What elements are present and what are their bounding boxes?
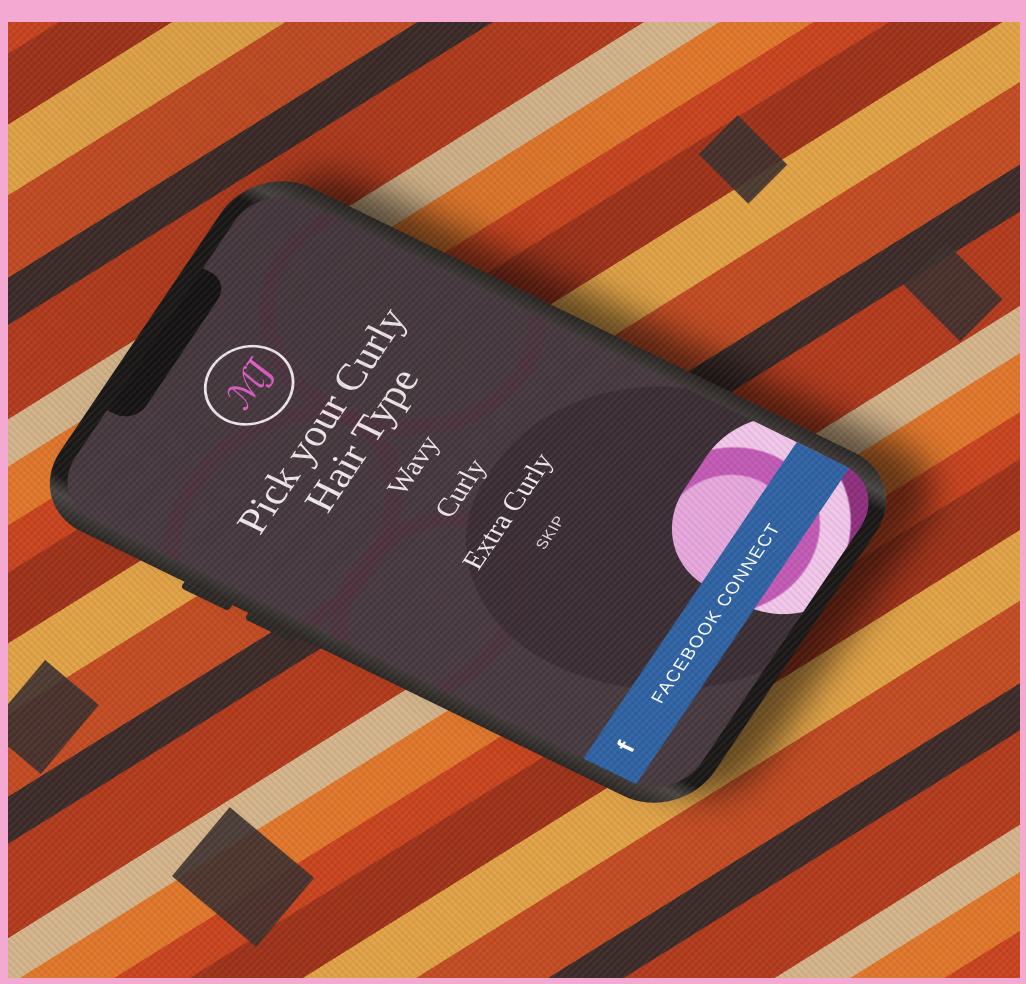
rug-motif: [8, 660, 99, 774]
rug-motif: [171, 807, 315, 947]
facebook-icon: f: [611, 736, 642, 757]
volume-button: [244, 612, 297, 643]
volume-button: [180, 581, 233, 612]
logo-text: ℳJ: [215, 354, 283, 417]
app-screen: ℳJ Pick your Curly Hair Type Wavy Curly …: [48, 181, 888, 803]
phone-mockup: ℳJ Pick your Curly Hair Type Wavy Curly …: [24, 160, 912, 824]
rug-motif: [698, 115, 788, 204]
rug-motif: [903, 242, 1003, 342]
rug-background-photo: ℳJ Pick your Curly Hair Type Wavy Curly …: [8, 22, 1020, 978]
